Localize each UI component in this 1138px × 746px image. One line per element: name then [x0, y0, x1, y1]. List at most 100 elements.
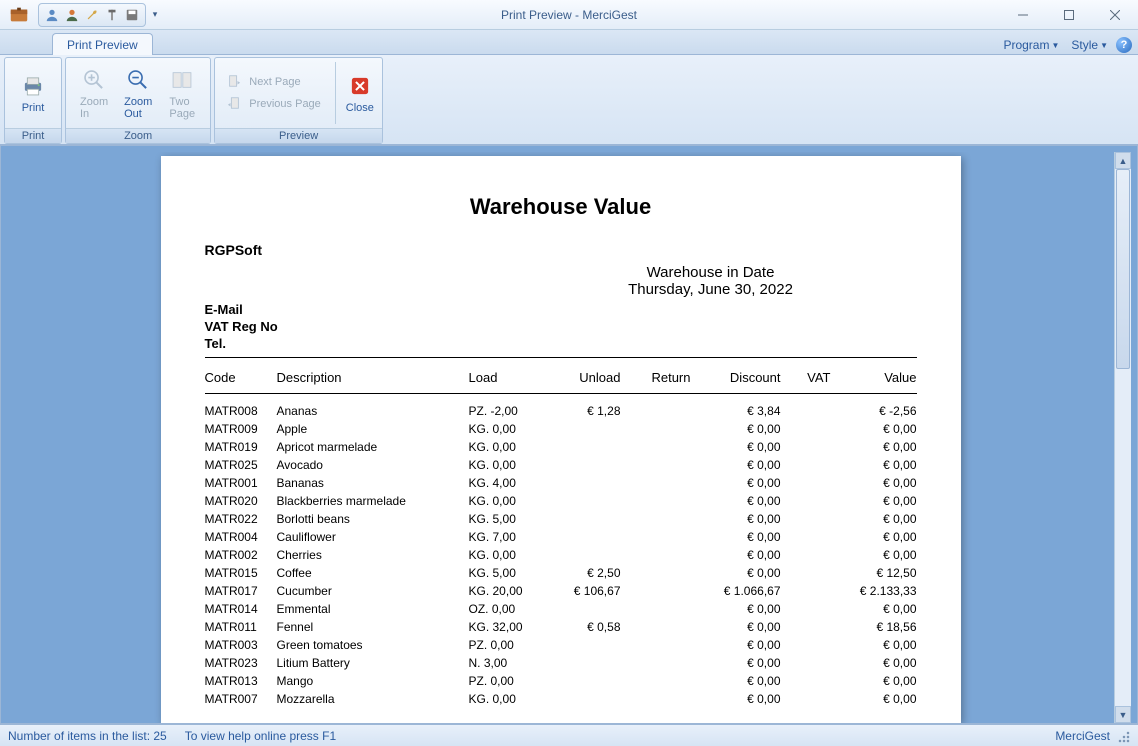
cell-load: KG. 20,00: [469, 584, 551, 598]
cell-code: MATR019: [205, 440, 277, 454]
cell-code: MATR008: [205, 404, 277, 418]
scroll-down-arrow[interactable]: ▼: [1115, 706, 1131, 723]
cell-load: KG. 7,00: [469, 530, 551, 544]
zoom-out-icon: [124, 66, 152, 94]
cell-code: MATR001: [205, 476, 277, 490]
zoom-out-button[interactable]: ZoomOut: [116, 64, 160, 122]
report-table: Code Description Load Unload Return Disc…: [205, 368, 917, 708]
table-row: MATR022Borlotti beansKG. 5,00€ 0,00€ 0,0…: [205, 510, 917, 528]
cell-description: Cucumber: [277, 584, 469, 598]
cell-value: € 0,00: [831, 422, 917, 436]
qat-user-icon[interactable]: [43, 6, 61, 24]
qat-wrench-icon[interactable]: [83, 6, 101, 24]
col-unload: Unload: [551, 370, 621, 385]
qat-person-icon[interactable]: [63, 6, 81, 24]
cell-description: Borlotti beans: [277, 512, 469, 526]
email-label: E-Mail: [205, 302, 505, 319]
ribbon-group-preview: Next Page Previous Page Close Preview: [214, 57, 383, 144]
cell-vat: [781, 458, 831, 472]
cell-load: KG. 0,00: [469, 422, 551, 436]
menu-program[interactable]: Program▼: [999, 36, 1063, 54]
table-header-divider: [205, 393, 917, 394]
menu-style[interactable]: Style▼: [1067, 36, 1112, 54]
col-load: Load: [469, 370, 551, 385]
cell-unload: [551, 548, 621, 562]
cell-value: € 2.133,33: [831, 584, 917, 598]
cell-discount: € 0,00: [691, 494, 781, 508]
close-button[interactable]: [1092, 0, 1138, 29]
cell-vat: [781, 692, 831, 706]
cell-value: € 0,00: [831, 476, 917, 490]
cell-vat: [781, 404, 831, 418]
cell-unload: € 2,50: [551, 566, 621, 580]
qat-save-icon[interactable]: [123, 6, 141, 24]
cell-code: MATR020: [205, 494, 277, 508]
zoom-in-icon: [80, 66, 108, 94]
col-return: Return: [621, 370, 691, 385]
tel-label: Tel.: [205, 336, 505, 353]
cell-unload: [551, 422, 621, 436]
minimize-button[interactable]: [1000, 0, 1046, 29]
cell-code: MATR011: [205, 620, 277, 634]
cell-unload: [551, 512, 621, 526]
vertical-scrollbar[interactable]: ▲ ▼: [1114, 152, 1131, 723]
cell-load: KG. 4,00: [469, 476, 551, 490]
cell-vat: [781, 422, 831, 436]
scroll-track[interactable]: [1115, 169, 1131, 706]
table-row: MATR011FennelKG. 32,00€ 0,58€ 0,00€ 18,5…: [205, 618, 917, 636]
cell-description: Mozzarella: [277, 692, 469, 706]
cell-code: MATR004: [205, 530, 277, 544]
table-row: MATR002CherriesKG. 0,00€ 0,00€ 0,00: [205, 546, 917, 564]
table-header-row: Code Description Load Unload Return Disc…: [205, 368, 917, 389]
cell-value: € 0,00: [831, 494, 917, 508]
cell-return: [621, 656, 691, 670]
cell-code: MATR007: [205, 692, 277, 706]
qat-hammer-icon[interactable]: [103, 6, 121, 24]
cell-description: Green tomatoes: [277, 638, 469, 652]
table-row: MATR003Green tomatoesPZ. 0,00€ 0,00€ 0,0…: [205, 636, 917, 654]
tab-print-preview[interactable]: Print Preview: [52, 33, 153, 55]
resize-grip[interactable]: [1116, 729, 1130, 743]
cell-return: [621, 620, 691, 634]
qat-customize-dropdown[interactable]: ▾: [150, 9, 160, 20]
cell-description: Ananas: [277, 404, 469, 418]
status-help-hint: To view help online press F1: [185, 729, 336, 743]
table-row: MATR013MangoPZ. 0,00€ 0,00€ 0,00: [205, 672, 917, 690]
scroll-thumb[interactable]: [1116, 169, 1130, 369]
cell-discount: € 0,00: [691, 530, 781, 544]
two-page-label: TwoPage: [169, 96, 195, 120]
menu-style-label: Style: [1071, 38, 1098, 52]
cell-value: € 0,00: [831, 458, 917, 472]
ribbon-group-zoom: ZoomIn ZoomOut TwoPage Zoom: [65, 57, 211, 144]
cell-value: € 0,00: [831, 602, 917, 616]
cell-load: KG. 0,00: [469, 548, 551, 562]
cell-description: Litium Battery: [277, 656, 469, 670]
app-icon[interactable]: [4, 0, 34, 30]
cell-description: Mango: [277, 674, 469, 688]
cell-vat: [781, 476, 831, 490]
cell-description: Coffee: [277, 566, 469, 580]
cell-load: KG. 32,00: [469, 620, 551, 634]
cell-vat: [781, 638, 831, 652]
help-icon[interactable]: ?: [1116, 37, 1132, 53]
print-button[interactable]: Print: [11, 70, 55, 116]
cell-discount: € 0,00: [691, 512, 781, 526]
cell-vat: [781, 620, 831, 634]
cell-return: [621, 458, 691, 472]
maximize-button[interactable]: [1046, 0, 1092, 29]
close-icon: [346, 72, 374, 100]
cell-unload: [551, 656, 621, 670]
cell-discount: € 0,00: [691, 548, 781, 562]
cell-load: KG. 0,00: [469, 458, 551, 472]
previous-page-label: Previous Page: [249, 98, 321, 110]
table-row: MATR023Litium BatteryN. 3,00€ 0,00€ 0,00: [205, 654, 917, 672]
cell-return: [621, 530, 691, 544]
scroll-up-arrow[interactable]: ▲: [1115, 152, 1131, 169]
report-date-value: Thursday, June 30, 2022: [505, 281, 917, 298]
cell-discount: € 3,84: [691, 404, 781, 418]
cell-vat: [781, 548, 831, 562]
close-preview-button[interactable]: Close: [338, 70, 382, 116]
cell-value: € -2,56: [831, 404, 917, 418]
report-page: Warehouse Value RGPSoft Warehouse in Dat…: [161, 156, 961, 723]
cell-return: [621, 638, 691, 652]
